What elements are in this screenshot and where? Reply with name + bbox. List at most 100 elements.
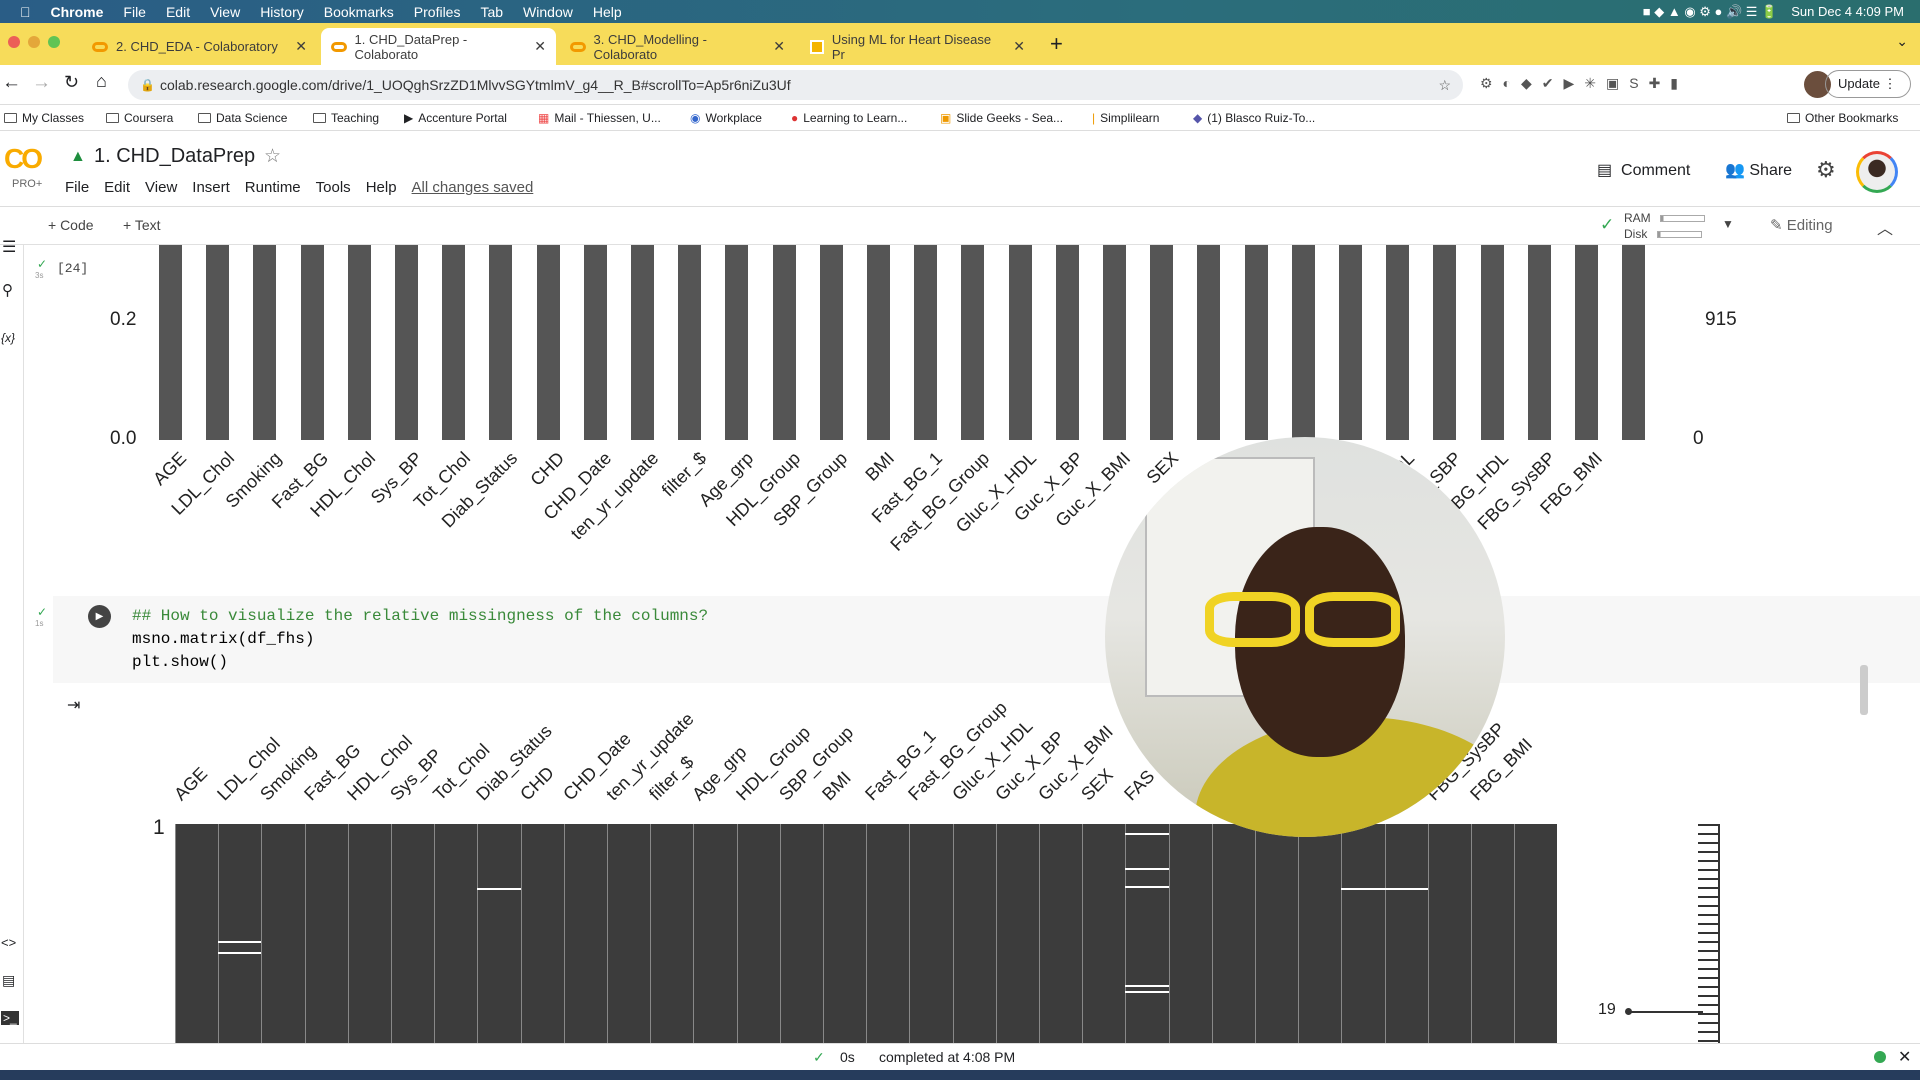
address-bar-row: ← → ↻ ⌂ 🔒 colab.research.google.com/drive… — [0, 65, 1920, 105]
forward-icon[interactable]: → — [32, 72, 51, 94]
extension-icons[interactable]: ⚙◐◆✔▶✳▣S✚▮ — [1480, 75, 1688, 92]
missing-value-line — [1125, 885, 1169, 888]
tab-chd-modelling[interactable]: 3. CHD_Modelling - Colaborato ✕ — [560, 28, 795, 65]
close-status-icon[interactable]: ✕ — [1898, 1047, 1911, 1067]
scrollbar[interactable] — [1860, 665, 1868, 715]
menu-insert[interactable]: Insert — [192, 179, 230, 196]
notebook-toolbar: + Code + Text ✓ RAM Disk ▼ ✎ Editing ︿ — [0, 207, 1920, 245]
toc-icon[interactable]: ☰ — [2, 237, 16, 257]
bookmark-workplace[interactable]: ◉ Workplace — [690, 111, 762, 125]
bar — [1622, 245, 1646, 440]
url-input[interactable]: 🔒 colab.research.google.com/drive/1_UOQgh… — [128, 70, 1463, 100]
runtime-dropdown-icon[interactable]: ▼ — [1722, 217, 1734, 231]
menu-view[interactable]: View — [210, 4, 240, 20]
bar — [347, 245, 371, 440]
app-menu[interactable]: Chrome — [51, 4, 104, 20]
zoom-window-button[interactable] — [48, 36, 60, 48]
save-status[interactable]: All changes saved — [412, 179, 534, 196]
notebook-title[interactable]: 1. CHD_DataPrep — [94, 145, 255, 168]
close-tab-icon[interactable]: ✕ — [1013, 38, 1025, 55]
bar — [206, 245, 230, 440]
editing-mode-button[interactable]: ✎ Editing — [1770, 216, 1833, 234]
other-bookmarks[interactable]: Other Bookmarks — [1787, 111, 1898, 125]
bookmark-my-classes[interactable]: My Classes — [4, 111, 84, 125]
x-tick-label: AGE — [149, 448, 191, 490]
bar — [395, 245, 418, 440]
terminal-icon[interactable]: >_ — [1, 1011, 19, 1025]
status-text[interactable]: completed at 4:08 PM — [879, 1049, 1015, 1065]
menu-view[interactable]: View — [145, 179, 177, 196]
menu-history[interactable]: History — [260, 4, 304, 20]
missing-value-line — [218, 940, 262, 943]
search-icon[interactable]: ⚲ — [2, 281, 13, 299]
tab-search-icon[interactable]: ⌄ — [1896, 33, 1908, 50]
add-text-button[interactable]: + Text — [123, 217, 161, 233]
bookmark-learning[interactable]: ● Learning to Learn... — [791, 111, 907, 125]
code-snippets-icon[interactable]: <> — [1, 935, 16, 950]
bookmark-accenture[interactable]: ▶ Accenture Portal — [404, 111, 507, 125]
menu-window[interactable]: Window — [523, 4, 573, 20]
menu-tab[interactable]: Tab — [480, 4, 503, 20]
menu-tools[interactable]: Tools — [316, 179, 351, 196]
close-tab-icon[interactable]: ✕ — [773, 38, 785, 55]
menu-file[interactable]: File — [123, 4, 146, 20]
resource-monitor[interactable]: RAM Disk — [1624, 210, 1706, 242]
bar — [1386, 245, 1410, 440]
bar — [867, 245, 890, 440]
minimize-window-button[interactable] — [28, 36, 40, 48]
settings-gear-icon[interactable]: ⚙ — [1816, 157, 1836, 183]
bookmark-star-icon[interactable]: ☆ — [1438, 70, 1451, 100]
menu-help[interactable]: Help — [366, 179, 397, 196]
close-tab-icon[interactable]: ✕ — [534, 38, 546, 55]
command-palette-icon[interactable]: ▤ — [2, 972, 15, 989]
bookmark-blasco[interactable]: ◆ (1) Blasco Ruiz-To... — [1193, 111, 1315, 125]
user-avatar[interactable] — [1856, 151, 1898, 193]
apple-icon[interactable]:  — [20, 4, 31, 20]
tab-chd-dataprep[interactable]: 1. CHD_DataPrep - Colaborato ✕ — [321, 28, 556, 65]
row-start-label: 1 — [153, 816, 165, 839]
back-icon[interactable]: ← — [2, 72, 21, 94]
missing-value-line — [1125, 868, 1169, 870]
menu-profiles[interactable]: Profiles — [414, 4, 461, 20]
bookmark-data-science[interactable]: Data Science — [198, 111, 287, 125]
matrix-column — [1471, 824, 1472, 1043]
menu-runtime[interactable]: Runtime — [245, 179, 301, 196]
status-icons[interactable]: ■ ◆ ▲ ◉ ⚙ ● 🔊 ☰ 🔋 — [1643, 4, 1778, 20]
bookmark-coursera[interactable]: Coursera — [106, 111, 173, 125]
column-label: FAS — [1120, 766, 1159, 805]
menu-file[interactable]: File — [65, 179, 89, 196]
add-code-button[interactable]: + Code — [48, 217, 94, 233]
tab-label: 3. CHD_Modelling - Colaborato — [593, 31, 707, 62]
run-cell-button[interactable]: ▶ — [88, 605, 111, 628]
clock[interactable]: Sun Dec 4 4:09 PM — [1791, 4, 1904, 19]
reload-icon[interactable]: ↻ — [64, 72, 79, 93]
bar — [1575, 245, 1598, 440]
sparkline-label: 19 — [1598, 1001, 1616, 1018]
menu-help[interactable]: Help — [593, 4, 622, 20]
star-icon[interactable]: ☆ — [264, 145, 281, 168]
comment-button[interactable]: ▤ Comment — [1597, 160, 1690, 180]
menu-edit[interactable]: Edit — [166, 4, 190, 20]
bookmark-simplilearn[interactable]: | Simplilearn — [1092, 111, 1159, 125]
menu-edit[interactable]: Edit — [104, 179, 130, 196]
bookmark-mail[interactable]: ▦ Mail - Thiessen, U... — [538, 111, 661, 125]
tab-chd-eda[interactable]: 2. CHD_EDA - Colaboratory ✕ — [82, 28, 317, 65]
close-tab-icon[interactable]: ✕ — [295, 38, 307, 55]
share-button[interactable]: 👥 Share — [1725, 160, 1792, 180]
update-button[interactable]: Update ⋮ — [1825, 70, 1911, 98]
exec-check-icon: ✓ — [37, 605, 48, 619]
bookmark-slide-geeks[interactable]: ▣ Slide Geeks - Sea... — [940, 111, 1063, 125]
menu-bookmarks[interactable]: Bookmarks — [324, 4, 394, 20]
colab-logo[interactable]: CO — [4, 143, 43, 175]
tab-using-ml[interactable]: Using ML for Heart Disease Pr ✕ — [800, 28, 1035, 65]
collapse-header-icon[interactable]: ︿ — [1877, 215, 1893, 239]
bookmark-teaching[interactable]: Teaching — [313, 111, 379, 125]
tab-label: 2. CHD_EDA - Colaboratory — [116, 39, 278, 54]
close-window-button[interactable] — [8, 36, 20, 48]
bar — [1244, 245, 1268, 440]
home-icon[interactable]: ⌂ — [96, 71, 107, 92]
missing-value-line — [1125, 984, 1169, 987]
code-cell[interactable]: ▶ ## How to visualize the relative missi… — [53, 596, 1920, 683]
new-tab-button[interactable]: + — [1050, 31, 1063, 57]
variables-icon[interactable]: {x} — [1, 331, 15, 345]
